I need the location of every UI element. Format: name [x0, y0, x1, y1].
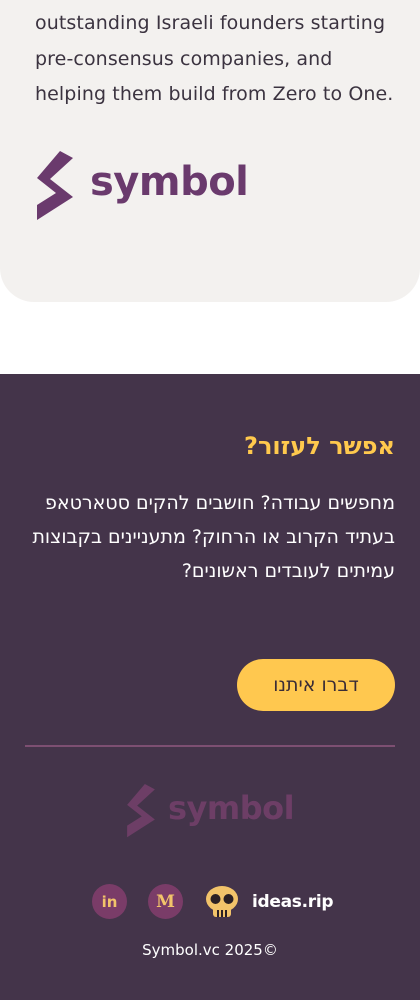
- footer-symbol-wordmark: symbol: [168, 789, 295, 827]
- intro-text: outstanding Israeli founders starting pr…: [35, 12, 394, 105]
- medium-icon[interactable]: M: [148, 884, 183, 919]
- symbol-mark-icon: [127, 784, 155, 838]
- linkedin-icon[interactable]: in: [92, 884, 127, 919]
- copyright: Symbol.vc 2025©: [142, 941, 278, 959]
- skull-icon[interactable]: [204, 885, 240, 919]
- footer: אפשר לעזור? מחפשים עבודה? חושבים להקים ס…: [0, 374, 420, 1000]
- footer-divider: [25, 745, 395, 747]
- footer-symbol-logo[interactable]: symbol: [126, 784, 295, 838]
- help-text: מחפשים עבודה? חושבים להקים סטארטאפ בעתיד…: [32, 492, 395, 582]
- symbol-logo[interactable]: symbol: [36, 151, 249, 221]
- contact-us-button[interactable]: דברו איתנו: [237, 659, 395, 711]
- social-links: in M ideas.rip: [92, 884, 334, 919]
- ideas-rip-link[interactable]: ideas.rip: [252, 892, 334, 912]
- help-title: אפשר לעזור?: [244, 432, 395, 460]
- symbol-wordmark: symbol: [90, 159, 249, 205]
- symbol-mark-icon: [37, 151, 73, 220]
